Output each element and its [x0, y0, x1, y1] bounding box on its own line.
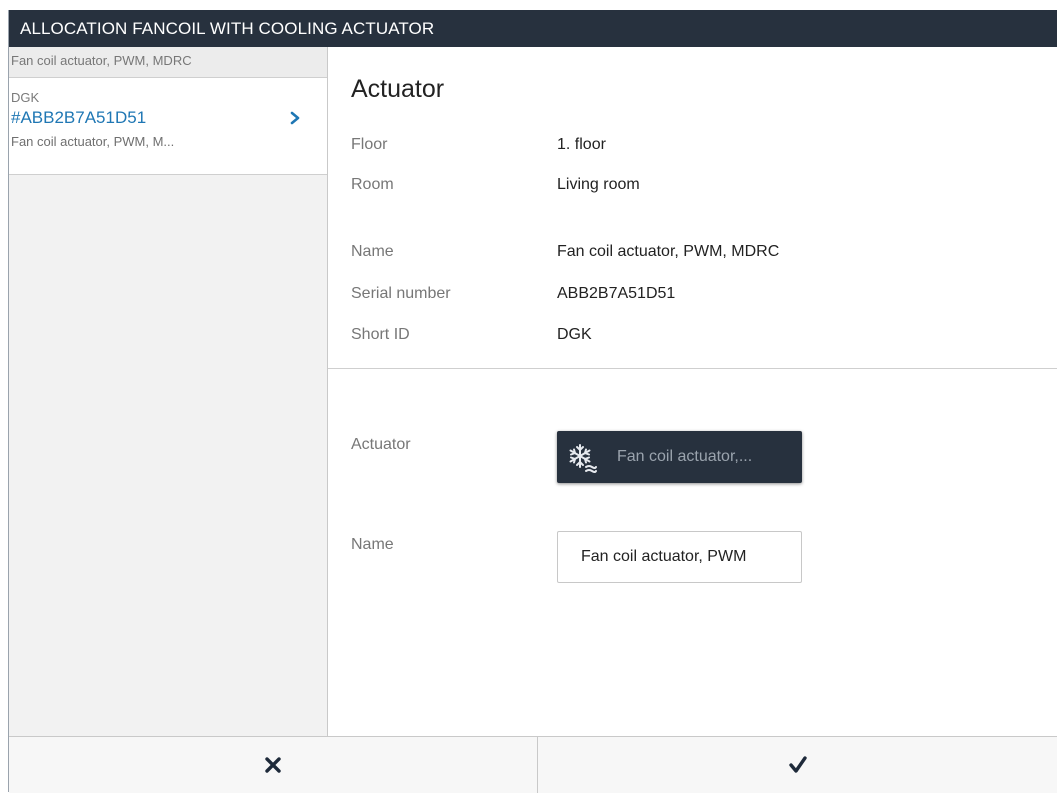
close-icon [265, 757, 281, 773]
name-value: Fan coil actuator, PWM, MDRC [557, 243, 780, 260]
sidebar-group-header: Fan coil actuator, PWM, MDRC [9, 47, 327, 78]
chevron-right-icon [290, 111, 300, 125]
sidebar-item-short-id: DGK [11, 90, 40, 105]
confirm-button[interactable] [538, 737, 1057, 793]
page-title: Actuator [351, 75, 445, 103]
footer-bar [9, 736, 1057, 793]
short-id-label: Short ID [351, 326, 410, 343]
room-label: Room [351, 176, 394, 193]
window-title: ALLOCATION FANCOIL WITH COOLING ACTUATOR [9, 10, 1057, 47]
section-divider [328, 368, 1057, 369]
actuator-field-label: Actuator [351, 436, 411, 453]
serial-number-label: Serial number [351, 285, 451, 302]
cancel-button[interactable] [9, 737, 537, 793]
short-id-value: DGK [557, 326, 592, 343]
name-field-label: Name [351, 536, 394, 553]
actuator-select-button[interactable]: Fan coil actuator,... [557, 431, 802, 483]
floor-value: 1. floor [557, 136, 606, 153]
name-input[interactable] [557, 531, 802, 583]
main-panel: Actuator Floor 1. floor Room Living room… [328, 47, 1057, 736]
actuator-button-label: Fan coil actuator,... [617, 448, 753, 465]
sidebar-item-device[interactable]: DGK #ABB2B7A51D51 Fan coil actuator, PWM… [9, 78, 327, 175]
dialog-window: ALLOCATION FANCOIL WITH COOLING ACTUATOR… [8, 10, 1057, 793]
device-sidebar: Fan coil actuator, PWM, MDRC DGK #ABB2B7… [9, 47, 328, 736]
check-icon [789, 756, 807, 773]
name-label: Name [351, 243, 394, 260]
sidebar-item-serial: #ABB2B7A51D51 [11, 108, 147, 127]
sidebar-item-subtitle: Fan coil actuator, PWM, M... [11, 134, 175, 149]
room-value: Living room [557, 176, 640, 193]
serial-number-value: ABB2B7A51D51 [557, 285, 676, 302]
floor-label: Floor [351, 136, 388, 153]
snowflake-icon [569, 444, 597, 473]
